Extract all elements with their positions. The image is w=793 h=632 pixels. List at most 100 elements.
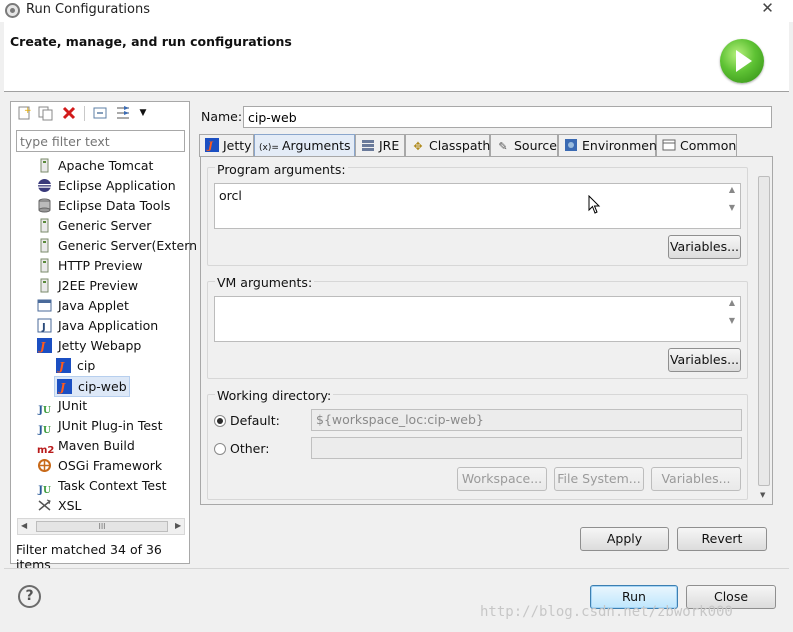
tab-label: Common	[680, 138, 737, 153]
filter-input[interactable]	[16, 130, 185, 152]
chevron-down-icon[interactable]: ▼	[135, 105, 151, 121]
eclipse-icon	[37, 178, 52, 193]
tree-item[interactable]: JU JUnit Plug-in Test	[37, 416, 162, 436]
working-dir-variables-button[interactable]: Variables...	[651, 467, 741, 491]
tree-item-label: J2EE Preview	[58, 278, 139, 293]
svg-text:+: +	[24, 106, 32, 116]
tree-item-label: cip-web	[78, 379, 127, 394]
tree-item-label: Java Application	[58, 318, 159, 333]
close-window-button[interactable]: ✕	[742, 0, 793, 18]
program-arguments-input[interactable]: orcl ▲ ▼	[214, 183, 741, 229]
filter-icon[interactable]	[115, 105, 131, 121]
classpath-icon: ✥	[413, 140, 423, 153]
other-label: Other:	[230, 441, 270, 456]
vm-arguments-variables-button[interactable]: Variables...	[668, 348, 741, 372]
app-icon	[5, 3, 20, 18]
database-icon	[37, 198, 52, 213]
workspace-button[interactable]: Workspace...	[457, 467, 547, 491]
vm-arguments-scrollbar[interactable]: ▲ ▼	[725, 298, 739, 340]
tree-item-label: JUnit Plug-in Test	[58, 418, 163, 433]
jre-icon	[360, 136, 376, 157]
scroll-thumb[interactable]	[758, 176, 770, 486]
tab-label: JRE	[379, 138, 400, 153]
tree-item[interactable]: JU JUnit	[37, 396, 87, 416]
other-radio[interactable]	[214, 443, 226, 455]
tree-item-label: Jetty Webapp	[58, 338, 142, 353]
java-applet-icon	[37, 298, 52, 313]
tree-item[interactable]: JU Task Context Test	[37, 476, 167, 496]
duplicate-icon[interactable]	[37, 105, 53, 121]
file-system-button[interactable]: File System...	[554, 467, 644, 491]
tab-label: Environment	[582, 138, 662, 153]
svg-text:J: J	[38, 340, 46, 353]
tab-vertical-scrollbar[interactable]: ▼	[757, 174, 771, 504]
new-config-icon[interactable]: +	[16, 105, 32, 121]
program-arguments-scrollbar[interactable]: ▲ ▼	[725, 185, 739, 227]
tree-item[interactable]: Eclipse Data Tools	[37, 196, 170, 216]
tree-item[interactable]: J Jetty Webapp	[37, 336, 141, 356]
svg-text:J: J	[58, 381, 66, 394]
other-directory-field[interactable]	[311, 437, 742, 459]
tree-item[interactable]: XSL	[37, 496, 81, 516]
scroll-down-icon[interactable]: ▼	[760, 491, 765, 499]
delete-icon[interactable]	[61, 105, 77, 121]
collapse-all-icon[interactable]	[92, 105, 108, 121]
tree-item[interactable]: Generic Server	[37, 216, 151, 236]
tree-item-selected[interactable]: Jcip-web	[54, 376, 130, 397]
revert-button[interactable]: Revert	[677, 527, 767, 551]
vm-arguments-label: VM arguments:	[215, 275, 315, 290]
jetty-icon: J	[204, 136, 220, 157]
tab-environment[interactable]: Environment	[558, 134, 662, 157]
watermark: http://blog.csdn.net/zbwork000	[480, 604, 733, 620]
tree-item[interactable]: J2EE Preview	[37, 276, 138, 296]
run-banner-icon	[720, 39, 764, 83]
program-arguments-value: orcl	[219, 188, 242, 203]
header-title: Create, manage, and run configurations	[10, 34, 292, 49]
name-field[interactable]	[243, 106, 772, 128]
program-arguments-label: Program arguments:	[215, 162, 348, 177]
default-radio[interactable]	[214, 415, 226, 427]
jetty-icon: J	[56, 358, 71, 373]
jetty-icon: J	[37, 338, 52, 353]
tab-label: Jetty	[223, 138, 252, 153]
tab-classpath[interactable]: ✥ Classpath	[405, 134, 490, 157]
tree-horizontal-scrollbar[interactable]: ◀ III ▶	[17, 518, 185, 535]
scroll-right-icon[interactable]: ▶	[175, 521, 181, 530]
tree-item[interactable]: OSGi Framework	[37, 456, 162, 476]
tree-item[interactable]: m2 Maven Build	[37, 436, 135, 456]
tree-item[interactable]: Eclipse Application	[37, 176, 176, 196]
tab-arguments[interactable]: (x)= Arguments	[254, 134, 355, 157]
tree-item[interactable]: Java Applet	[37, 296, 129, 316]
tree-item-label: Task Context Test	[58, 478, 167, 493]
jetty-icon: J	[57, 379, 72, 394]
tree-item-label: XSL	[58, 498, 82, 513]
tree-item[interactable]: HTTP Preview	[37, 256, 143, 276]
tab-source[interactable]: ✎ Source	[490, 134, 558, 157]
tab-label: Classpath	[429, 138, 491, 153]
vm-arguments-input[interactable]: ▲ ▼	[214, 296, 741, 342]
tree-item[interactable]: Jcip	[56, 356, 95, 376]
tab-jetty[interactable]: J Jetty	[199, 134, 254, 157]
server-icon	[37, 278, 52, 293]
tree-item[interactable]: Generic Server(Extern	[37, 236, 197, 256]
config-tabs: J Jetty (x)= Arguments JRE ✥ Classpath ✎ Sou…	[199, 134, 773, 157]
tree-item[interactable]: J Java Application	[37, 316, 158, 336]
tree-item-label: JUnit	[58, 398, 88, 413]
window-title: Run Configurations	[26, 2, 150, 17]
scroll-thumb[interactable]: III	[36, 521, 168, 532]
tab-common[interactable]: Common	[656, 134, 737, 157]
help-icon[interactable]: ?	[18, 585, 41, 608]
apply-button[interactable]: Apply	[580, 527, 669, 551]
name-label: Name:	[201, 109, 243, 124]
scroll-left-icon[interactable]: ◀	[21, 521, 27, 530]
java-app-icon: J	[37, 318, 52, 333]
tree-item-label: Apache Tomcat	[58, 158, 154, 173]
tree-item-label: Eclipse Application	[58, 178, 176, 193]
tree-item[interactable]: Apache Tomcat	[37, 156, 153, 176]
program-arguments-variables-button[interactable]: Variables...	[668, 235, 741, 259]
tree-item-label: Eclipse Data Tools	[58, 198, 171, 213]
server-icon	[37, 258, 52, 273]
default-label: Default:	[230, 413, 280, 428]
tab-jre[interactable]: JRE	[355, 134, 405, 157]
tree-item-label: cip	[77, 358, 96, 373]
